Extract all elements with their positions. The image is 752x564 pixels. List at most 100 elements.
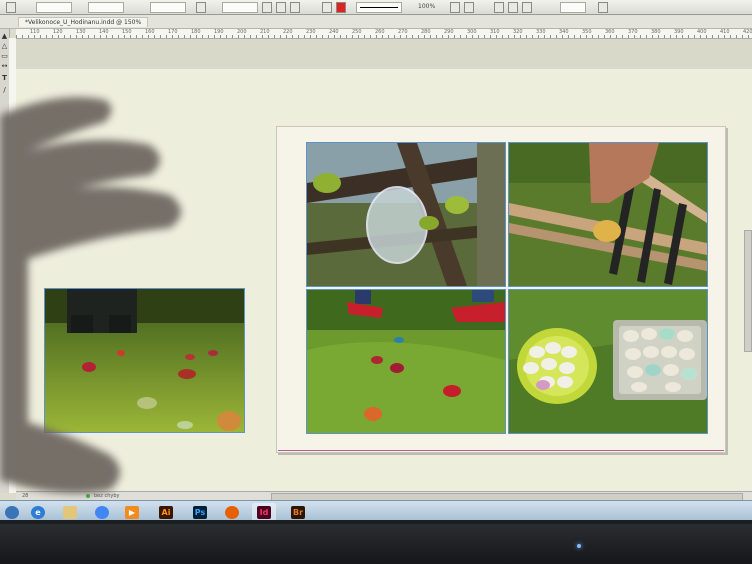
photo-feet-grass-eggs [307, 290, 505, 433]
image-frame-feet-eggs[interactable] [306, 289, 506, 434]
taskbar-start-button-button[interactable] [0, 503, 24, 520]
firefox-icon [225, 506, 239, 519]
arrow-icon[interactable] [290, 2, 300, 13]
internet-explorer-icon: e [31, 506, 45, 519]
ruler-tick-label: 140 [99, 29, 109, 35]
ruler-tick-label: 110 [30, 29, 40, 35]
effects-icon[interactable] [450, 2, 460, 13]
pasteboard-margin [16, 39, 752, 69]
stroke-weight-field[interactable] [356, 2, 402, 13]
illustrator-icon: Ai [159, 506, 173, 519]
ruler-tick-label: 390 [674, 29, 684, 35]
taskbar-firefox-button[interactable] [220, 503, 244, 520]
monitor-bezel [0, 524, 752, 564]
ruler-tick-label: 270 [398, 29, 408, 35]
image-frame-chair-egg[interactable] [508, 142, 708, 287]
ruler-tick-label: 370 [628, 29, 638, 35]
photo-hand-egg-chair [509, 143, 707, 286]
opacity-value: 100% [418, 3, 436, 10]
constrain-icon[interactable] [196, 2, 206, 13]
ruler-tick-label: 160 [145, 29, 155, 35]
page-number[interactable]: 28 [22, 493, 28, 499]
bleed-guide [278, 450, 724, 451]
ruler-tick-label: 360 [605, 29, 615, 35]
ruler-tick-label: 260 [375, 29, 385, 35]
windows-taskbar: e ▶ Ai Ps Id Br [0, 500, 752, 520]
taskbar-bridge-button[interactable]: Br [286, 503, 310, 520]
image-frame-jar-tree[interactable] [306, 142, 506, 287]
center-content-icon[interactable] [522, 2, 532, 13]
rotate-field[interactable] [222, 2, 258, 13]
taskbar-indesign-button[interactable]: Id [252, 503, 276, 520]
ruler-tick-label: 230 [306, 29, 316, 35]
fill-icon[interactable] [322, 2, 332, 13]
fit-frame-icon[interactable] [508, 2, 518, 13]
wrap-field[interactable] [560, 2, 586, 13]
image-frame-egg-bowls[interactable] [508, 289, 708, 434]
media-player-icon: ▶ [125, 506, 139, 519]
document-title: *Velikonoce_U_Hodinanu.indd @ 150% [25, 19, 142, 26]
taskbar-media-player-button[interactable]: ▶ [120, 503, 144, 520]
taskbar-photoshop-button[interactable]: Ps [188, 503, 212, 520]
ruler-tick-label: 150 [122, 29, 132, 35]
link-icon[interactable] [598, 2, 608, 13]
chrome-icon [95, 506, 109, 519]
ruler-tick-label: 410 [720, 29, 730, 35]
ruler-tick-label: 220 [283, 29, 293, 35]
direct-selection-tool-icon[interactable]: △ [1, 43, 8, 50]
ruler-tick-label: 170 [168, 29, 178, 35]
ruler-tick-label: 210 [260, 29, 270, 35]
ruler-tick-label: 350 [582, 29, 592, 35]
image-frame-pasteboard[interactable] [44, 288, 245, 433]
photo-eggs-in-bowls [509, 290, 707, 433]
ruler-tick-label: 200 [237, 29, 247, 35]
line-tool-icon[interactable]: / [1, 87, 8, 94]
fit-content-icon[interactable] [494, 2, 504, 13]
type-tool-icon[interactable]: T [1, 75, 8, 82]
ruler-tick-label: 300 [467, 29, 477, 35]
ruler-tick-label: 280 [421, 29, 431, 35]
file-explorer-icon [63, 506, 77, 519]
ruler-tick-label: 310 [490, 29, 500, 35]
taskbar-internet-explorer-button[interactable]: e [26, 503, 50, 520]
ruler-tick-label: 420 [743, 29, 752, 35]
ruler-tick-label: 380 [651, 29, 661, 35]
width-field[interactable] [88, 2, 124, 13]
scale-field[interactable] [150, 2, 186, 13]
control-bar: 100% [0, 0, 752, 15]
document-tab-bar: *Velikonoce_U_Hodinanu.indd @ 150% [0, 15, 752, 29]
reference-point-icon[interactable] [6, 2, 16, 13]
ruler-tick-label: 240 [329, 29, 339, 35]
selection-tool-icon[interactable]: ▲ [1, 33, 8, 40]
indesign-icon: Id [257, 506, 271, 519]
flip-icon[interactable] [262, 2, 272, 13]
photoshop-icon: Ps [193, 506, 207, 519]
ruler-tick-label: 340 [559, 29, 569, 35]
x-position-field[interactable] [36, 2, 72, 13]
power-led-icon [577, 544, 581, 548]
taskbar-illustrator-button[interactable]: Ai [154, 503, 178, 520]
ruler-tick-label: 290 [444, 29, 454, 35]
page-tool-icon[interactable]: ▭ [1, 53, 8, 60]
select-icon[interactable] [276, 2, 286, 13]
ruler-tick-label: 130 [76, 29, 86, 35]
vertical-scrollbar[interactable] [744, 230, 752, 352]
ruler-tick-label: 330 [536, 29, 546, 35]
monitor-screen: 100% *Velikonoce_U_Hodinanu.indd @ 150% … [0, 0, 752, 520]
preflight-status: bez chyby [94, 493, 120, 499]
start-button-icon [5, 506, 19, 519]
gap-tool-icon[interactable]: ↔ [1, 63, 8, 70]
photo-kneeling-person-lawn [45, 289, 244, 432]
taskbar-chrome-button[interactable] [90, 503, 114, 520]
taskbar-file-explorer-button[interactable] [58, 503, 82, 520]
photo-jar-in-tree [307, 143, 505, 286]
ruler-tick-label: 120 [53, 29, 63, 35]
ruler-tick-label: 400 [697, 29, 707, 35]
shadow-icon[interactable] [464, 2, 474, 13]
ruler-tick-label: 180 [191, 29, 201, 35]
ruler-tick-labels: 110 120 130 140 150 160 170 180 190 200 210 220 230 2… [30, 29, 752, 37]
preflight-ok-icon [86, 494, 90, 498]
stroke-icon[interactable] [336, 2, 346, 13]
bridge-icon: Br [291, 506, 305, 519]
document-tab[interactable]: *Velikonoce_U_Hodinanu.indd @ 150% [18, 17, 149, 27]
